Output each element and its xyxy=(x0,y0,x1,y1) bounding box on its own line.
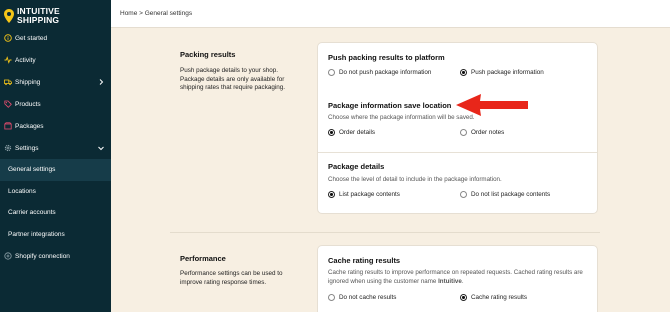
brand-logo[interactable]: INTUITIVE SHIPPING xyxy=(4,5,60,27)
breadcrumb-text[interactable]: Home > General settings xyxy=(120,10,192,17)
radio-circle-selected xyxy=(328,191,335,198)
sidebar: INTUITIVE SHIPPING Get started Activity … xyxy=(0,0,111,312)
sidebar-subitem-general-settings[interactable]: General settings xyxy=(0,159,111,181)
cache-desc-line2: ignored when using the customer name xyxy=(328,277,439,285)
performance-title: Performance xyxy=(180,254,226,263)
sidebar-item-shipping[interactable]: Shipping xyxy=(0,71,111,93)
truck-icon xyxy=(4,78,12,86)
package-icon xyxy=(4,122,12,130)
sidebar-subitem-label: Partner integrations xyxy=(8,230,65,238)
radio-do-not-list-contents[interactable]: Do not list package contents xyxy=(460,191,550,198)
sidebar-nav: Get started Activity Shipping Products P… xyxy=(0,27,111,267)
radio-circle-selected xyxy=(460,69,467,76)
package-details-description: Choose the level of detail to include in… xyxy=(328,176,502,183)
radio-label: Order notes xyxy=(471,129,505,136)
sidebar-item-label: Packages xyxy=(15,122,44,130)
cache-desc-line1: Cache rating results to improve performa… xyxy=(328,269,583,276)
package-details-heading: Package details xyxy=(328,162,385,171)
cache-desc-period: . xyxy=(461,277,464,285)
sidebar-subitem-locations[interactable]: Locations xyxy=(0,181,111,203)
packing-desc-line1: Push package details to your shop. xyxy=(180,67,279,74)
radio-label: Cache rating results xyxy=(471,294,527,301)
link-icon xyxy=(4,252,12,260)
radio-do-not-cache[interactable]: Do not cache results xyxy=(328,294,396,301)
radio-order-notes[interactable]: Order notes xyxy=(460,129,504,136)
save-location-heading: Package information save location xyxy=(328,101,452,110)
activity-icon xyxy=(4,56,12,64)
info-icon xyxy=(4,34,12,42)
radio-circle-selected xyxy=(328,129,335,136)
radio-cache-rating-results[interactable]: Cache rating results xyxy=(460,294,527,301)
sidebar-item-label: Activity xyxy=(15,56,36,64)
tag-icon xyxy=(4,100,12,108)
radio-label: List package contents xyxy=(339,191,400,198)
section-separator xyxy=(170,232,600,233)
brand-name: INTUITIVE SHIPPING xyxy=(17,7,60,25)
sidebar-item-label: Settings xyxy=(15,144,39,152)
packing-results-card: Push packing results to platform Do not … xyxy=(317,42,598,214)
packing-results-description: Push package details to your shop. Packa… xyxy=(180,67,285,93)
radio-label: Do not cache results xyxy=(339,294,397,301)
radio-push-package-info[interactable]: Push package information xyxy=(460,69,544,76)
location-pin-logo-icon xyxy=(4,9,14,23)
card-divider xyxy=(318,152,597,153)
chevron-right-icon xyxy=(97,78,105,86)
sidebar-subitem-label: Locations xyxy=(8,187,36,195)
sidebar-item-activity[interactable]: Activity xyxy=(0,49,111,71)
cache-rating-card: Cache rating results Cache rating result… xyxy=(317,245,598,312)
packing-desc-line2: Package details are only available for xyxy=(180,75,285,83)
performance-description: Performance settings can be used to impr… xyxy=(180,270,283,287)
sidebar-item-label: Shipping xyxy=(15,78,41,86)
sidebar-subitem-partner-integrations[interactable]: Partner integrations xyxy=(0,224,111,246)
annotation-arrow-icon xyxy=(456,94,528,116)
radio-label: Order details xyxy=(339,129,376,136)
radio-do-not-push[interactable]: Do not push package information xyxy=(328,69,431,76)
push-packing-heading: Push packing results to platform xyxy=(328,53,445,62)
radio-circle xyxy=(460,191,467,198)
sidebar-item-products[interactable]: Products xyxy=(0,93,111,115)
sidebar-item-settings[interactable]: Settings xyxy=(0,137,111,159)
breadcrumb: Home > General settings xyxy=(111,0,670,28)
sidebar-subitem-label: General settings xyxy=(8,166,56,174)
radio-circle xyxy=(328,69,335,76)
radio-order-details[interactable]: Order details xyxy=(328,129,375,136)
save-location-description: Choose where the package information wil… xyxy=(328,114,475,121)
chevron-down-icon xyxy=(97,144,105,152)
gear-icon xyxy=(4,144,12,152)
sidebar-subitem-carrier-accounts[interactable]: Carrier accounts xyxy=(0,202,111,224)
performance-desc-line1: Performance settings can be used to xyxy=(180,270,283,277)
packing-desc-line3: shipping rates that require packaging. xyxy=(180,84,286,92)
sidebar-item-packages[interactable]: Packages xyxy=(0,115,111,137)
cache-rating-description: Cache rating results to improve performa… xyxy=(328,269,594,286)
brand-name-line2: SHIPPING xyxy=(17,15,60,25)
radio-list-package-contents[interactable]: List package contents xyxy=(328,191,400,198)
sidebar-subitem-label: Carrier accounts xyxy=(8,209,56,217)
sidebar-item-get-started[interactable]: Get started xyxy=(0,27,111,49)
radio-circle xyxy=(328,294,335,301)
radio-circle-selected xyxy=(460,294,467,301)
radio-label: Do not push package information xyxy=(339,69,432,76)
sidebar-item-label: Shopify connection xyxy=(15,252,70,260)
performance-desc-line2: improve rating response times. xyxy=(180,278,267,286)
sidebar-item-label: Products xyxy=(15,100,41,108)
packing-results-title: Packing results xyxy=(180,50,236,59)
cache-rating-heading: Cache rating results xyxy=(328,256,401,265)
radio-label: Push package information xyxy=(471,69,544,76)
sidebar-item-shopify-connection[interactable]: Shopify connection xyxy=(0,245,111,267)
sidebar-item-label: Get started xyxy=(15,34,48,42)
radio-circle xyxy=(460,129,467,136)
radio-label: Do not list package contents xyxy=(471,191,551,198)
customer-name-highlight: Intuitive xyxy=(438,277,462,285)
